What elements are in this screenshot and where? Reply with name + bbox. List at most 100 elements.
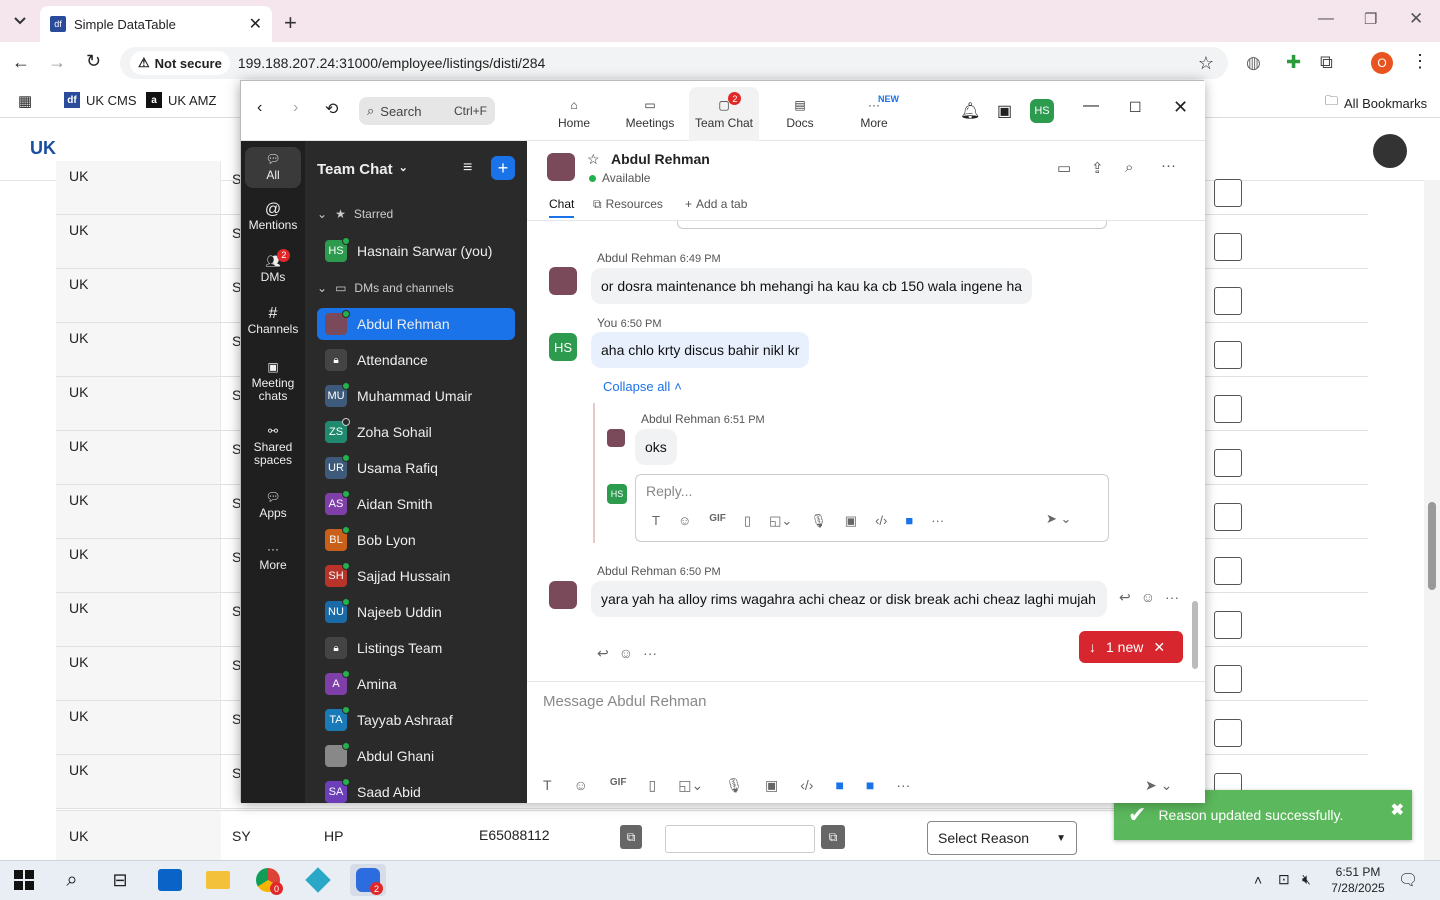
- more-options-icon[interactable]: ···: [1165, 589, 1179, 606]
- file-explorer-icon[interactable]: [200, 864, 236, 896]
- row-checkbox[interactable]: [1214, 395, 1242, 423]
- row-checkbox[interactable]: [1214, 611, 1242, 639]
- close-icon[interactable]: ✕: [1153, 639, 1165, 656]
- select-reason-dropdown[interactable]: Select Reason ▼: [927, 821, 1077, 855]
- nav-home[interactable]: ⌂ Home: [539, 87, 609, 141]
- chat-contact-name[interactable]: Abdul Rehman: [611, 151, 710, 167]
- chat-list-item[interactable]: SA Saad Abid: [317, 776, 515, 803]
- filter-icon[interactable]: ≡: [463, 159, 472, 177]
- chat-scrollbar[interactable]: [1191, 221, 1199, 721]
- row-checkbox[interactable]: [1214, 449, 1242, 477]
- row-checkbox[interactable]: [1214, 665, 1242, 693]
- dms-section[interactable]: ⌄ ▭ DMs and channels: [317, 281, 454, 295]
- reply-icon[interactable]: ↩: [597, 645, 609, 662]
- browser-tab[interactable]: df Simple DataTable ✕: [40, 6, 272, 42]
- rail-all[interactable]: 💬︎ All: [245, 147, 301, 188]
- copy-icon[interactable]: ⧉: [821, 825, 845, 849]
- back-icon[interactable]: ‹: [257, 99, 262, 117]
- new-messages-pill[interactable]: ↓ 1 new ✕: [1079, 631, 1183, 663]
- emoji-icon[interactable]: ☺: [574, 777, 588, 794]
- microphone-icon[interactable]: 🎙︎: [810, 513, 827, 529]
- back-icon[interactable]: ←: [12, 52, 30, 73]
- app-diamond-icon[interactable]: [300, 864, 336, 896]
- omnibox[interactable]: ⚠ Not secure 199.188.207.24:31000/employ…: [120, 47, 1228, 79]
- more-options-icon[interactable]: ···: [896, 777, 910, 794]
- volume-muted-icon[interactable]: 🔇︎: [1302, 871, 1311, 888]
- translate-icon[interactable]: ◍: [1246, 53, 1261, 73]
- chat-list-item[interactable]: TA Tayyab Ashraaf: [317, 704, 515, 736]
- rail-more[interactable]: ··· More: [245, 543, 301, 572]
- tab-add[interactable]: + Add a tab: [685, 197, 747, 211]
- avatar[interactable]: [607, 429, 625, 447]
- clock[interactable]: 6:51 PM 7/28/2025: [1330, 864, 1386, 896]
- chat-list-item[interactable]: BL Bob Lyon: [317, 524, 515, 556]
- chat-list-item[interactable]: A Amina: [317, 668, 515, 700]
- video-clip-icon[interactable]: ▣: [765, 777, 778, 794]
- extensions-icon[interactable]: ⧉: [1320, 52, 1333, 73]
- new-chat-button[interactable]: +: [491, 156, 515, 180]
- more-options-icon[interactable]: ···: [931, 513, 944, 529]
- new-tab-icon[interactable]: +: [284, 10, 297, 36]
- rail-apps[interactable]: 💬︎ Apps: [245, 491, 301, 520]
- rail-meeting-chats[interactable]: ▣ Meeting chats: [245, 361, 301, 403]
- emoji-icon[interactable]: ☺: [678, 513, 691, 529]
- reply-input[interactable]: Reply...: [646, 483, 692, 499]
- more-options-icon[interactable]: ···: [643, 645, 657, 662]
- rail-mentions[interactable]: @ Mentions: [245, 202, 301, 232]
- calendar-icon[interactable]: ▣: [997, 101, 1012, 121]
- chat-list-item[interactable]: NU Najeeb Uddin: [317, 596, 515, 628]
- forward-icon[interactable]: →: [48, 52, 66, 73]
- reply-icon[interactable]: ↩: [1119, 589, 1131, 606]
- team-chat-dropdown[interactable]: Team Chat ⌄: [317, 161, 408, 178]
- rail-shared-spaces[interactable]: ⚯ Shared spaces: [245, 425, 301, 467]
- not-secure-chip[interactable]: ⚠ Not secure: [130, 51, 230, 75]
- favorite-star-icon[interactable]: ☆: [587, 151, 600, 168]
- tab-resources[interactable]: ⧉ Resources: [593, 197, 663, 212]
- chat-list-item[interactable]: Abdul Rehman: [317, 308, 515, 340]
- file-icon[interactable]: ▯: [649, 777, 657, 794]
- chat-list-item[interactable]: MU Muhammad Umair: [317, 380, 515, 412]
- page-scrollbar[interactable]: [1424, 180, 1440, 860]
- notifications-icon[interactable]: 🗨︎: [1398, 870, 1418, 890]
- rail-channels[interactable]: # Channels: [245, 306, 301, 336]
- history-icon[interactable]: ⟲: [325, 99, 338, 119]
- video-clip-icon[interactable]: ▣: [845, 513, 857, 529]
- extension-puzzle-green-icon[interactable]: ✚: [1286, 52, 1301, 73]
- search-icon[interactable]: ⌕: [54, 864, 90, 896]
- zoom-app-icon[interactable]: ■: [905, 513, 913, 529]
- reply-composer[interactable]: Reply... T ☺ GIF ▯ ◱⌄ 🎙︎ ▣ ‹/› ■ ··· ➤ ⌄: [635, 474, 1109, 542]
- minimize-icon[interactable]: —: [1318, 10, 1334, 28]
- maximize-icon[interactable]: ☐: [1129, 99, 1142, 116]
- forward-icon[interactable]: ›: [293, 99, 298, 117]
- apps-grid-icon[interactable]: ▦: [18, 92, 32, 110]
- chat-list-item[interactable]: ZS Zoha Sohail: [317, 416, 515, 448]
- restore-icon[interactable]: ❐: [1364, 10, 1377, 28]
- screenshot-icon[interactable]: ◱⌄: [769, 513, 792, 529]
- send-icon[interactable]: ➤ ⌄: [1046, 511, 1071, 527]
- emoji-react-icon[interactable]: ☺: [1141, 589, 1155, 606]
- row-checkbox[interactable]: [1214, 503, 1242, 531]
- collapse-all-link[interactable]: Collapse all ˄: [603, 379, 682, 394]
- nav-team-chat[interactable]: ▢ 2 Team Chat: [689, 87, 759, 141]
- row-checkbox[interactable]: [1214, 233, 1242, 261]
- user-avatar[interactable]: [1373, 134, 1407, 168]
- contact-avatar[interactable]: [547, 153, 575, 181]
- scrollbar-thumb[interactable]: [1428, 502, 1436, 590]
- row-checkbox[interactable]: [1214, 557, 1242, 585]
- row-checkbox[interactable]: [1214, 341, 1242, 369]
- row-checkbox[interactable]: [1214, 179, 1242, 207]
- rail-dms[interactable]: 👥︎ 2 DMs: [245, 249, 301, 284]
- starred-section[interactable]: ⌄ ★ Starred: [317, 207, 393, 221]
- tray-chevron-up-icon[interactable]: ˄: [1254, 872, 1262, 888]
- copy-icon[interactable]: ⧉: [620, 825, 642, 849]
- chat-list-item[interactable]: 🔒︎ Attendance: [317, 344, 515, 376]
- toast-close-icon[interactable]: ✖: [1391, 800, 1404, 820]
- search-input[interactable]: ⌕ Search Ctrl+F: [359, 97, 495, 125]
- zoom-app2-icon[interactable]: ■: [866, 777, 874, 794]
- video-call-icon[interactable]: ▭: [1057, 159, 1071, 177]
- emoji-react-icon[interactable]: ☺: [619, 645, 633, 662]
- avatar[interactable]: HS: [549, 333, 577, 361]
- chrome-icon[interactable]: 0: [250, 864, 286, 896]
- chat-list-item[interactable]: AS Aidan Smith: [317, 488, 515, 520]
- row-checkbox[interactable]: [1214, 719, 1242, 747]
